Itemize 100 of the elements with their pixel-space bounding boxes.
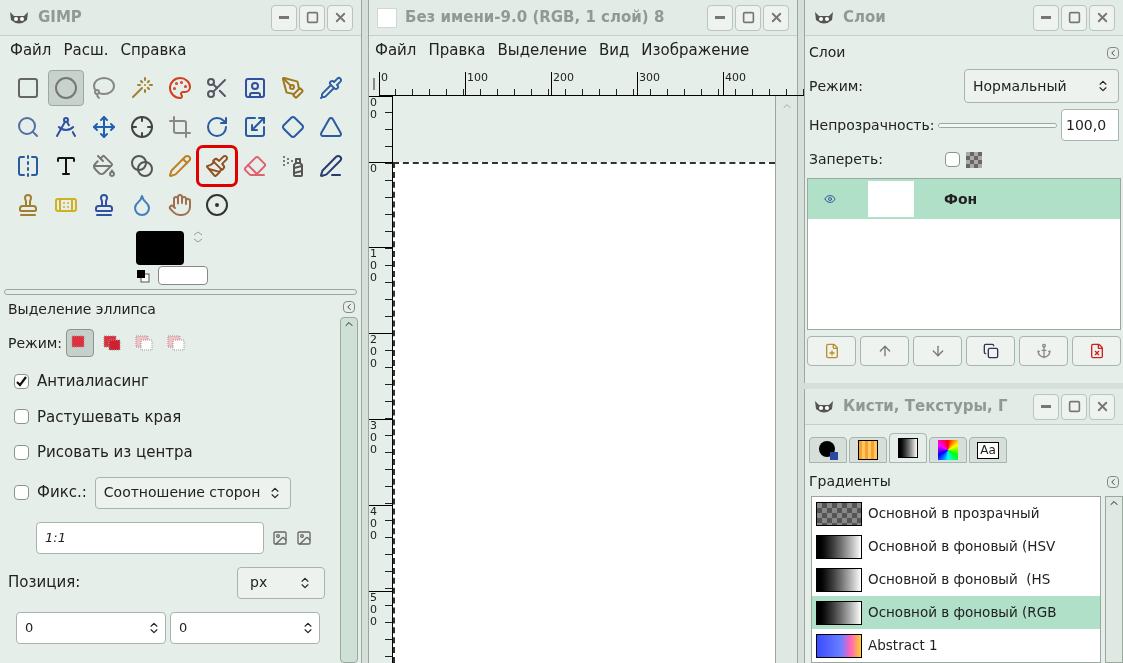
layer-action-button[interactable] (1072, 336, 1121, 366)
aspect-dropdown[interactable]: Соотношение сторон (94, 476, 292, 509)
ruler-label: 0 (370, 163, 378, 175)
eyedropper-icon (319, 76, 344, 100)
duplicate-icon (982, 343, 999, 359)
checkerboard-icon (965, 151, 982, 168)
close-button[interactable] (1089, 4, 1115, 31)
checkbox[interactable] (14, 409, 29, 425)
paintbrush-icon (205, 154, 230, 178)
wilber-logo-icon (813, 9, 835, 26)
ruler-label: 0 (381, 71, 388, 84)
ruler-label: 100 (370, 248, 378, 284)
ruler-label: 500 (370, 592, 378, 628)
paint-bucket-icon (91, 154, 116, 178)
panel-menu-icon[interactable] (1107, 46, 1119, 59)
dock-tab[interactable]: Aa (969, 437, 1007, 463)
dock-tab[interactable] (809, 437, 847, 463)
checkbox-label: Растушевать края (37, 406, 182, 428)
maximize-button[interactable] (735, 4, 761, 31)
menu-item[interactable]: Выделение (491, 38, 593, 62)
panel-menu-icon[interactable] (1107, 475, 1119, 488)
flip-icon (16, 154, 40, 178)
eraser-icon (243, 154, 268, 178)
lasso-icon (91, 76, 116, 100)
gradient-swatch-icon (898, 438, 918, 458)
selection-mode-icon (135, 335, 154, 351)
dock-tab[interactable] (849, 437, 887, 463)
gradient-name: Основной в прозрачный (868, 504, 1040, 524)
minimize-button[interactable] (1033, 393, 1059, 420)
maximize-icon (1067, 11, 1081, 24)
foreground-color-swatch[interactable] (135, 231, 184, 265)
mode-label: Режим: (8, 333, 63, 353)
mode-dropdown[interactable]: Нормальный (964, 69, 1119, 103)
menu-item[interactable]: Правка (422, 38, 492, 62)
checkbox[interactable] (14, 444, 29, 460)
maximize-icon (741, 11, 755, 24)
ruler-label: 300 (370, 420, 378, 456)
minimize-icon (715, 16, 725, 19)
gradient-row[interactable]: Abstract 1 (812, 629, 1100, 662)
layer-action-button[interactable] (966, 336, 1015, 366)
panel-menu-icon[interactable] (343, 301, 355, 313)
scrollbar[interactable] (1105, 496, 1123, 663)
menu-item[interactable]: Справка (114, 38, 193, 62)
gradient-name: Основной в фоновый (RGB (868, 603, 1057, 623)
number-spinbox[interactable]: 0 (16, 611, 166, 644)
selection-mode-button[interactable] (66, 329, 95, 357)
checkbox[interactable] (14, 373, 29, 389)
layer-row[interactable]: Фон (808, 179, 1120, 219)
eye-icon[interactable] (824, 193, 836, 205)
checkbox[interactable] (14, 485, 29, 500)
opacity-field[interactable]: 100,0 (1061, 109, 1119, 141)
checkbox-label: Фикс.: (37, 482, 87, 504)
close-button[interactable] (327, 4, 353, 31)
opacity-slider[interactable] (938, 122, 1057, 128)
wand-icon (129, 76, 154, 100)
ratio-field[interactable]: 1:1 (36, 521, 264, 554)
swap-arrows-icon (191, 231, 204, 243)
number-spinbox[interactable]: 0 (170, 611, 320, 644)
maximize-button[interactable] (1061, 4, 1087, 31)
gradient-swatch (816, 600, 862, 625)
checkbox[interactable] (944, 152, 960, 167)
dock-tab[interactable] (929, 437, 967, 463)
gradient-swatch (816, 534, 862, 559)
magnifier-icon (16, 115, 40, 139)
maximize-button[interactable] (299, 4, 325, 31)
minimize-icon (1041, 16, 1051, 19)
gradient-row[interactable]: Основной в фоновый (RGB (812, 596, 1100, 629)
image-thumbnail-icon (377, 7, 397, 28)
unit-dropdown[interactable]: px (237, 566, 325, 599)
checkbox-label: Антиалиасинг (37, 371, 149, 392)
maximize-icon (1067, 400, 1081, 413)
ink-pen-icon (319, 154, 344, 178)
gradient-name: Abstract 1 (868, 636, 938, 656)
ellipse-icon (53, 76, 78, 100)
close-button[interactable] (1089, 393, 1115, 420)
background-color-swatch[interactable] (157, 266, 208, 285)
gradient-swatch (816, 567, 862, 592)
gradient-row[interactable]: Основной в фоновый (HS (812, 563, 1100, 596)
minimize-button[interactable] (707, 4, 733, 31)
gradient-row[interactable]: Основной в прозрачный (812, 497, 1100, 530)
compass-icon (53, 115, 78, 139)
close-button[interactable] (763, 4, 789, 31)
ruler-label: 400 (370, 506, 378, 542)
menu-item[interactable]: Файл (4, 38, 58, 62)
maximize-button[interactable] (1061, 393, 1087, 420)
minimize-button[interactable] (1033, 4, 1059, 31)
pattern-swatch-icon (858, 440, 878, 460)
menu-item[interactable]: Изображение (635, 38, 756, 62)
scrollbar[interactable] (340, 317, 358, 663)
dock-tab[interactable] (889, 433, 927, 463)
ruler-label: 200 (370, 334, 378, 370)
menu-item[interactable]: Файл (369, 38, 423, 62)
gradient-swatch (816, 633, 862, 658)
scrollbar[interactable] (775, 96, 797, 663)
menu-item[interactable]: Вид (592, 38, 636, 62)
checkbox-label: Рисовать из центра (37, 442, 193, 463)
gradient-row[interactable]: Основной в фоновый (HSV (812, 530, 1100, 563)
menu-item[interactable]: Расш. (57, 38, 115, 62)
selection-mode-icon (167, 335, 186, 351)
minimize-button[interactable] (271, 4, 297, 31)
